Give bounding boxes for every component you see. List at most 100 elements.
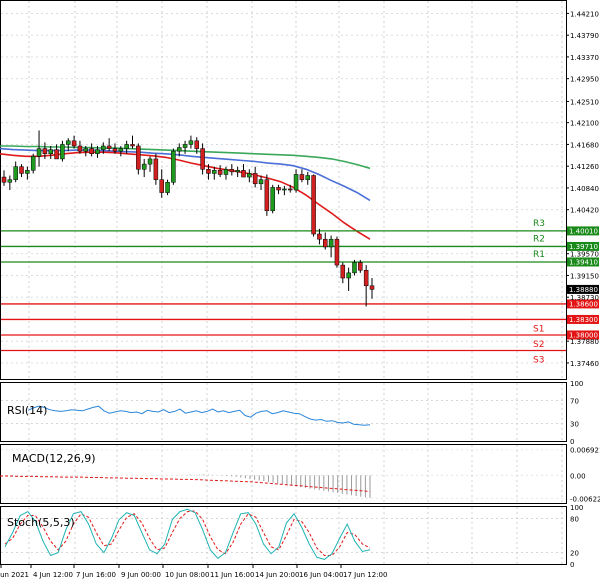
- candle-bearish: [252, 173, 258, 185]
- candle-bearish: [369, 285, 375, 290]
- price-tick-label: 1.41680: [570, 141, 599, 149]
- candle-bullish: [282, 188, 287, 191]
- candle-bearish: [136, 145, 141, 170]
- candle-bullish: [95, 149, 100, 155]
- macd-tick-label: 0.006921: [570, 447, 600, 455]
- rsi-tick-label: 100: [570, 380, 583, 388]
- chart-background: [0, 0, 600, 582]
- time-tick-label: 7 Jun 16:00: [76, 571, 116, 579]
- candle-bearish: [130, 144, 135, 147]
- price-tick-label: 1.42510: [570, 98, 599, 106]
- candle-bullish: [25, 170, 30, 174]
- candle-bullish: [101, 145, 106, 150]
- candle-bearish: [89, 148, 94, 155]
- macd-label: MACD(12,26,9): [12, 452, 96, 465]
- time-tick-label: 10 Jun 08:00: [165, 571, 209, 579]
- current-price-label: 1.38880: [569, 286, 598, 294]
- candle-bullish: [36, 148, 42, 157]
- price-tick-label: 1.37880: [570, 338, 599, 346]
- candle-bullish: [7, 179, 13, 183]
- level-name: S2: [533, 340, 544, 350]
- time-tick-label: Jun 2021: [0, 571, 29, 579]
- candle-bearish: [42, 148, 48, 155]
- price-tick-label: 1.40840: [570, 185, 599, 193]
- rsi-tick-label: 30: [570, 421, 579, 429]
- candle-bullish: [270, 187, 275, 211]
- candle-bullish: [247, 173, 252, 178]
- candle-bearish: [1, 176, 7, 183]
- candle-bullish: [66, 140, 71, 145]
- candle-bullish: [13, 166, 18, 180]
- candle-bullish: [258, 179, 264, 185]
- candle-bullish: [188, 140, 194, 145]
- level-name: R2: [533, 234, 545, 244]
- candle-bearish: [276, 187, 281, 191]
- candle-bearish: [241, 170, 246, 178]
- candle-bearish: [334, 238, 340, 266]
- time-tick-label: 4 Jun 12:00: [33, 571, 73, 579]
- candle-bearish: [317, 233, 322, 240]
- candle-bearish: [299, 174, 305, 180]
- candle-bearish: [71, 140, 77, 147]
- candle-bearish: [340, 264, 346, 279]
- candle-bullish: [118, 148, 124, 152]
- time-tick-label: 14 Jun 20:00: [255, 571, 299, 579]
- time-tick-label: 11 Jun 16:00: [210, 571, 254, 579]
- candle-bullish: [83, 148, 89, 152]
- candle-bullish: [147, 158, 153, 165]
- candle-bearish: [54, 149, 59, 160]
- candle-bearish: [206, 169, 211, 174]
- price-tick-label: 1.42950: [570, 76, 599, 84]
- stoch-tick-label: 20: [570, 550, 579, 558]
- candle-bullish: [176, 147, 182, 152]
- stoch-tick-label: 0: [570, 561, 574, 569]
- candle-bullish: [165, 181, 170, 193]
- candle-bearish: [194, 140, 200, 149]
- candle-bearish: [229, 169, 235, 173]
- candle-bearish: [264, 179, 270, 211]
- rsi-label: RSI(14): [7, 404, 47, 417]
- candle-bullish: [305, 175, 310, 180]
- price-tick-label: 1.39150: [570, 272, 599, 280]
- candle-bullish: [171, 150, 176, 183]
- macd-tick-label: -0.006221: [570, 495, 600, 503]
- price-tick-label: 1.44210: [570, 10, 599, 18]
- candle-bearish: [159, 179, 164, 193]
- price-tick-label: 1.42100: [570, 120, 599, 128]
- candle-bullish: [352, 262, 357, 274]
- candle-bullish: [235, 170, 240, 173]
- time-tick-label: 16 Jun 04:00: [299, 571, 343, 579]
- candle-bearish: [358, 262, 363, 271]
- candle-bullish: [223, 169, 229, 175]
- price-tick-label: 1.40420: [570, 207, 599, 215]
- level-name: S1: [533, 324, 544, 334]
- candle-bearish: [19, 166, 24, 174]
- time-tick-label: 17 Jun 12:00: [343, 571, 387, 579]
- forex-chart: 1.40010R31.39710R21.39410R11.386001.3830…: [0, 0, 600, 582]
- candle-bullish: [212, 170, 217, 174]
- price-tick-label: 1.39570: [570, 251, 599, 259]
- stoch-tick-label: 100: [570, 504, 583, 512]
- candle-bearish: [323, 238, 328, 248]
- level-name: S3: [533, 356, 544, 366]
- candle-bearish: [363, 270, 369, 287]
- candle-bearish: [200, 148, 205, 170]
- price-tick-label: 1.37460: [570, 360, 599, 368]
- rsi-tick-label: 0: [570, 438, 574, 446]
- candle-bearish: [153, 158, 159, 180]
- stoch-tick-label: 80: [570, 515, 579, 523]
- candle-bullish: [346, 272, 351, 279]
- candle-bullish: [60, 144, 65, 160]
- macd-tick-label: 0.00: [570, 472, 586, 480]
- candle-bearish: [77, 145, 83, 152]
- candle-bearish: [311, 175, 316, 235]
- price-tick-label: 1.41260: [570, 163, 599, 171]
- candle-bullish: [124, 144, 129, 149]
- level-price-label: 1.40010: [569, 227, 598, 235]
- candle-bullish: [293, 174, 299, 191]
- candle-bullish: [48, 149, 53, 155]
- candle-bullish: [182, 144, 188, 148]
- price-tick-label: 1.38730: [570, 294, 599, 302]
- stoch-label: Stoch(5,5,3): [7, 516, 75, 529]
- level-name: R3: [533, 219, 545, 229]
